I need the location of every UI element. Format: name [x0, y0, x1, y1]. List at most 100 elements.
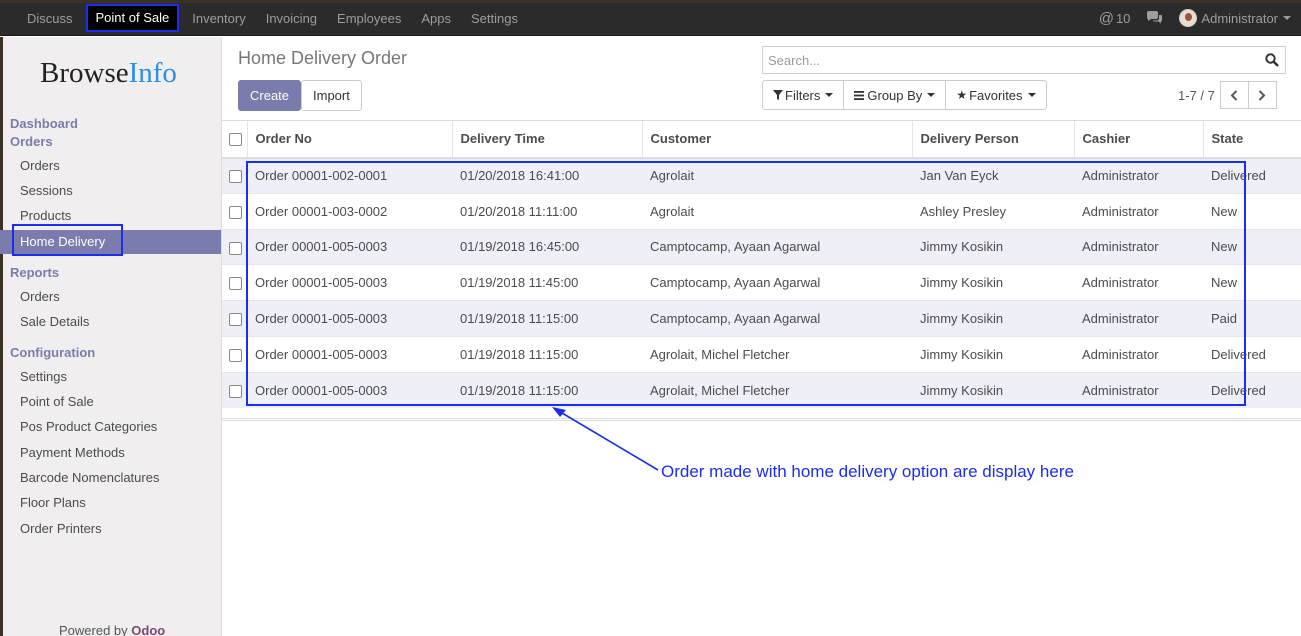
- cell-delivery-time: 01/19/2018 11:15:00: [452, 300, 642, 337]
- filters-button[interactable]: Filters: [762, 80, 845, 110]
- cell-cashier: Administrator: [1074, 335, 1203, 373]
- list-icon: [854, 90, 865, 100]
- home-delivery-list: Order No Delivery Time Customer Delivery…: [222, 120, 1301, 409]
- cell-customer: Agrolait, Michel Fletcher: [642, 371, 912, 409]
- cell-state: Delivered: [1203, 335, 1301, 373]
- row-checkbox[interactable]: [229, 205, 242, 219]
- sidebar-section-dashboard[interactable]: Dashboard: [10, 116, 78, 131]
- sidebar-item-settings[interactable]: Settings: [0, 365, 221, 389]
- sidebar-item-sessions[interactable]: Sessions: [0, 179, 221, 203]
- cell-delivery-person: Ashley Presley: [912, 192, 1074, 230]
- favorites-label: Favorites: [969, 87, 1023, 103]
- star-icon: ★: [956, 88, 968, 102]
- cell-delivery-person: Jimmy Kosikin: [912, 371, 1074, 409]
- row-checkbox[interactable]: [229, 313, 242, 327]
- row-checkbox[interactable]: [229, 241, 242, 255]
- sidebar-item-sale-details[interactable]: Sale Details: [0, 310, 221, 334]
- nav-invoicing[interactable]: Invoicing: [256, 0, 327, 36]
- pager-previous-button[interactable]: [1219, 81, 1249, 109]
- table-row[interactable]: Order 00001-003-0002 01/20/2018 11:11:00…: [222, 192, 1301, 230]
- column-header-cashier[interactable]: Cashier: [1073, 120, 1203, 159]
- cell-order-no: Order 00001-005-0003: [247, 264, 452, 301]
- column-header-order-no[interactable]: Order No: [246, 120, 452, 159]
- search-icon[interactable]: [1265, 53, 1279, 67]
- sidebar-item-barcode-nomenclatures[interactable]: Barcode Nomenclatures: [0, 466, 221, 490]
- cell-delivery-person: Jimmy Kosikin: [912, 264, 1074, 301]
- cell-cashier: Administrator: [1074, 264, 1203, 301]
- table-row[interactable]: Order 00001-005-0003 01/19/2018 11:15:00…: [222, 300, 1301, 337]
- select-all-checkbox[interactable]: [229, 133, 242, 147]
- sidebar-section-orders[interactable]: Orders: [10, 134, 53, 149]
- column-header-delivery-person[interactable]: Delivery Person: [911, 120, 1074, 159]
- table-row[interactable]: Order 00001-005-0003 01/19/2018 11:15:00…: [222, 371, 1301, 409]
- chevron-down-icon: [1027, 93, 1036, 97]
- chevron-left-icon: [1230, 89, 1238, 101]
- select-all-cell: [222, 120, 247, 159]
- sidebar-section-configuration[interactable]: Configuration: [10, 345, 95, 360]
- cell-cashier: Administrator: [1074, 192, 1203, 230]
- pager-value[interactable]: 1-7 / 7: [1178, 88, 1215, 103]
- row-select-cell: [222, 371, 247, 409]
- table-row[interactable]: Order 00001-005-0003 01/19/2018 11:45:00…: [222, 264, 1301, 301]
- nav-point-of-sale[interactable]: Point of Sale: [85, 4, 180, 32]
- cell-order-no: Order 00001-005-0003: [247, 335, 452, 373]
- cell-state: New: [1203, 228, 1301, 265]
- at-icon: @: [1098, 9, 1114, 27]
- user-name: Administrator: [1201, 10, 1278, 26]
- sidebar-item-floor-plans[interactable]: Floor Plans: [0, 491, 221, 515]
- company-logo: BrowseInfo: [40, 57, 177, 90]
- cell-delivery-time: 01/19/2018 16:45:00: [452, 228, 642, 265]
- sidebar-item-pos-product-categories[interactable]: Pos Product Categories: [0, 415, 221, 439]
- row-checkbox[interactable]: [229, 348, 242, 362]
- column-header-customer[interactable]: Customer: [641, 120, 912, 159]
- cell-order-no: Order 00001-002-0001: [247, 157, 452, 194]
- column-header-state[interactable]: State: [1202, 120, 1301, 159]
- create-button[interactable]: Create: [238, 80, 302, 111]
- cell-customer: Camptocamp, Ayaan Agarwal: [642, 228, 912, 265]
- row-select-cell: [222, 192, 247, 230]
- filters-label: Filters: [785, 87, 821, 103]
- nav-apps[interactable]: Apps: [411, 0, 461, 36]
- sidebar-section-reports[interactable]: Reports: [10, 265, 59, 280]
- pager-next-button[interactable]: [1247, 81, 1277, 109]
- app-menu: Discuss Point of Sale Inventory Invoicin…: [17, 0, 528, 36]
- table-row[interactable]: Order 00001-005-0003 01/19/2018 16:45:00…: [222, 228, 1301, 265]
- sidebar-item-orders[interactable]: Orders: [0, 154, 221, 178]
- messaging-button[interactable]: [1146, 11, 1163, 25]
- search-options: Filters Group By ★ Favorites: [762, 80, 1047, 110]
- nav-inventory[interactable]: Inventory: [182, 0, 255, 36]
- groupby-button[interactable]: Group By: [843, 80, 947, 110]
- sidebar-item-report-orders[interactable]: Orders: [0, 285, 221, 309]
- nav-discuss[interactable]: Discuss: [17, 0, 83, 36]
- cell-customer: Camptocamp, Ayaan Agarwal: [642, 264, 912, 301]
- column-header-delivery-time[interactable]: Delivery Time: [451, 120, 642, 159]
- row-checkbox[interactable]: [229, 170, 242, 184]
- home-delivery-highlight: [12, 224, 123, 256]
- user-menu[interactable]: Administrator: [1179, 9, 1291, 27]
- sidebar-item-payment-methods[interactable]: Payment Methods: [0, 441, 221, 465]
- table-row[interactable]: Order 00001-005-0003 01/19/2018 11:15:00…: [222, 335, 1301, 373]
- mentions-button[interactable]: @ 10: [1099, 10, 1131, 27]
- row-select-cell: [222, 228, 247, 265]
- row-checkbox[interactable]: [229, 277, 242, 291]
- nav-settings[interactable]: Settings: [461, 0, 528, 36]
- row-checkbox[interactable]: [229, 384, 242, 398]
- top-navbar: Discuss Point of Sale Inventory Invoicin…: [0, 0, 1301, 36]
- chevron-down-icon: [927, 93, 936, 97]
- groupby-label: Group By: [867, 87, 923, 103]
- cell-delivery-time: 01/20/2018 11:11:00: [452, 192, 642, 230]
- sidebar-item-order-printers[interactable]: Order Printers: [0, 517, 221, 541]
- cell-delivery-time: 01/20/2018 16:41:00: [452, 157, 642, 194]
- import-button[interactable]: Import: [301, 80, 362, 111]
- powered-by: Powered by Odoo: [59, 623, 165, 636]
- search-input[interactable]: [763, 47, 1253, 73]
- sidebar: BrowseInfo Dashboard Orders Orders Sessi…: [0, 37, 222, 636]
- powered-by-label: Powered by: [59, 623, 128, 636]
- odoo-link[interactable]: Odoo: [131, 623, 165, 636]
- pager: 1-7 / 7: [1178, 81, 1277, 109]
- sidebar-item-point-of-sale[interactable]: Point of Sale: [0, 390, 221, 414]
- table-row[interactable]: Order 00001-002-0001 01/20/2018 16:41:00…: [222, 157, 1301, 194]
- nav-employees[interactable]: Employees: [327, 0, 411, 36]
- favorites-button[interactable]: ★ Favorites: [945, 80, 1047, 110]
- cell-cashier: Administrator: [1074, 300, 1203, 337]
